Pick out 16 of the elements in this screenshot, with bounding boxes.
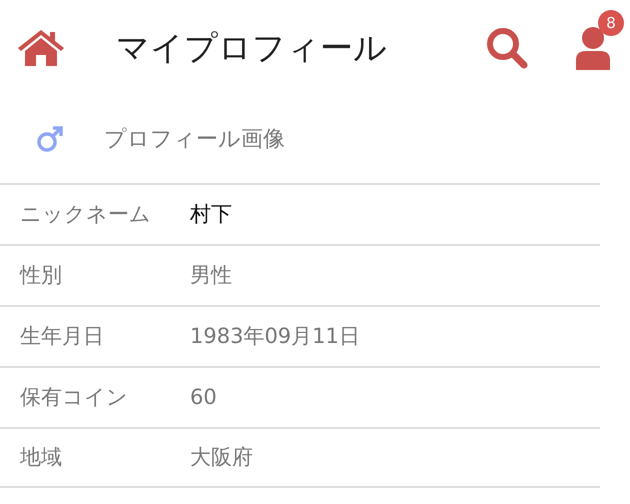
search-icon[interactable] [486,26,530,68]
field-value: 村下 [190,200,232,228]
notification-badge: 8 [598,10,624,36]
field-value: 60 [190,384,217,411]
home-icon[interactable] [16,28,66,68]
page-title: マイプロフィール [116,26,387,69]
field-value: 大阪府 [190,444,253,471]
field-label: 地域 [20,444,63,471]
field-value: 1983年09月11日 [190,322,360,350]
field-label: 性別 [20,262,63,289]
field-label: 生年月日 [20,322,105,350]
field-value: 男性 [190,262,232,289]
male-icon [36,125,64,153]
field-label: 保有コイン [20,384,129,411]
field-label: ニックネーム [20,200,152,228]
profile-image-label[interactable]: プロフィール画像 [104,122,285,156]
